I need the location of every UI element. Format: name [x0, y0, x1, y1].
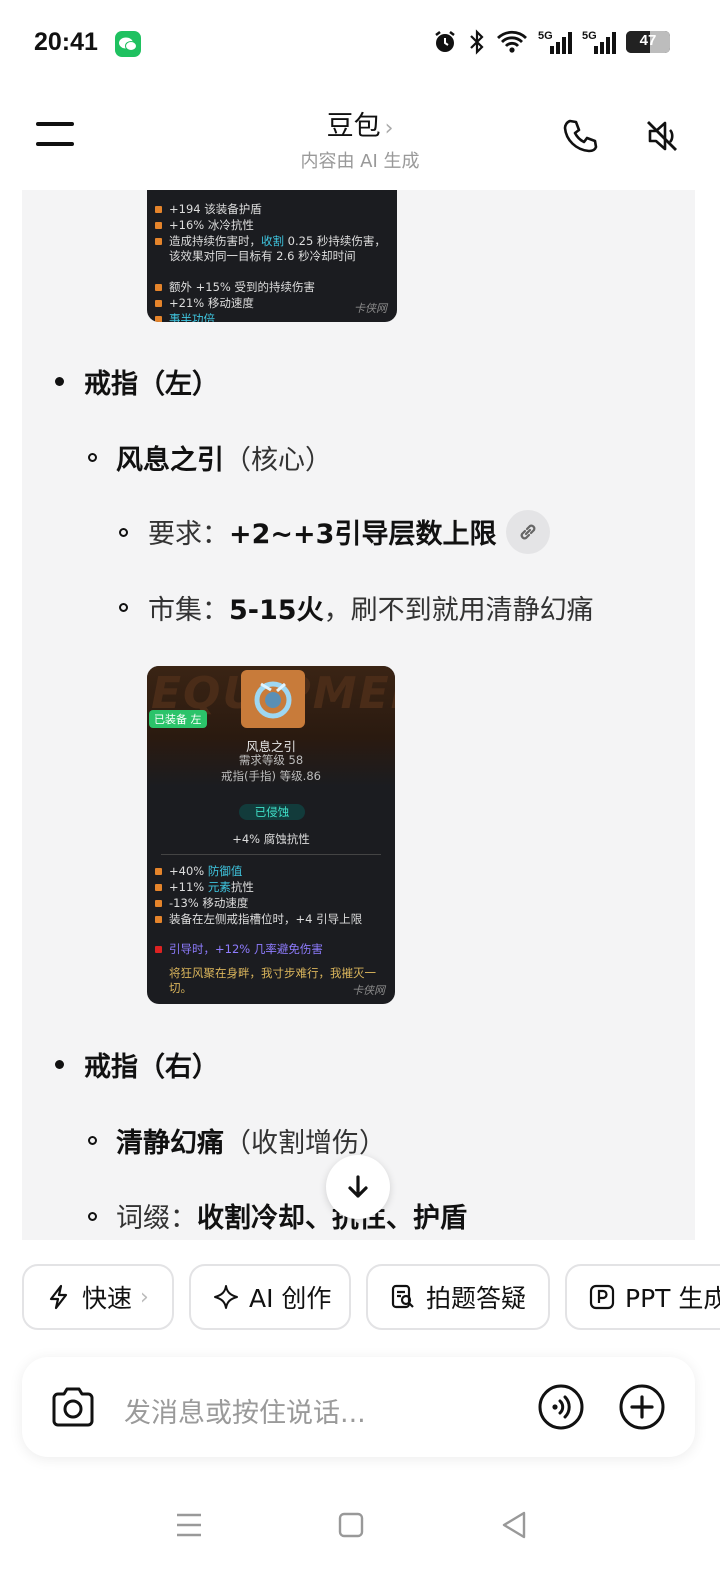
- ring-item-icon: [241, 670, 305, 728]
- bluetooth-icon: [470, 29, 484, 55]
- recent-apps-icon[interactable]: [175, 1512, 203, 1538]
- photo-question-icon: [391, 1284, 414, 1309]
- battery-icon: 47: [626, 31, 670, 53]
- list-item-requirement: 要求：+2~+3引导层数上限: [148, 509, 551, 558]
- card-mod-line: +21% 移动速度: [169, 296, 254, 310]
- list-item-market: 市集：5-15火，刷不到就用清静幻痛: [148, 595, 594, 626]
- wechat-notification-icon: [115, 31, 141, 57]
- reference-link-button[interactable]: [506, 509, 551, 554]
- card-mod-line: +194 该装备护盾: [169, 202, 262, 216]
- card-mod-line: 事半功倍: [169, 312, 215, 322]
- card-mod-line: 造成持续伤害时，: [169, 234, 261, 248]
- bullet: [55, 377, 64, 386]
- call-button[interactable]: [560, 116, 600, 156]
- message-input[interactable]: 发消息或按住说话...: [124, 1391, 366, 1430]
- ring-implicit: +4% 腐蚀抗性: [232, 832, 310, 846]
- speaker-mute-icon: [647, 121, 677, 151]
- svg-text:5G: 5G: [538, 30, 553, 42]
- chat-message-area[interactable]: +194 该装备护盾 +16% 冰冷抗性 造成持续伤害时，收割 0.25 秒持续…: [22, 190, 695, 1240]
- watermark: 卡侠网: [354, 302, 387, 315]
- status-time: 20:41: [34, 28, 98, 56]
- ppt-icon: [589, 1284, 615, 1310]
- sparkle-icon: [214, 1285, 238, 1309]
- system-navigation-bar: [0, 1490, 720, 1575]
- list-item-affix: 词缀：收割冷却、抗性、护盾: [116, 1203, 467, 1234]
- quick-actions-bar[interactable]: 快速 › AI 创作 拍题答疑 PPT 生成: [22, 1264, 720, 1334]
- link-icon: [521, 524, 536, 539]
- bullet: [88, 1212, 97, 1221]
- alarm-icon: [435, 31, 455, 52]
- lightning-icon: [49, 1284, 68, 1310]
- wifi-icon: [497, 30, 527, 53]
- svg-text:5G: 5G: [582, 30, 597, 42]
- equipment-screenshot-top[interactable]: +194 该装备护盾 +16% 冰冷抗性 造成持续伤害时，收割 0.25 秒持续…: [147, 190, 397, 322]
- bullet: [88, 1136, 97, 1145]
- card-mod-line: +16% 冰冷抗性: [169, 218, 254, 232]
- status-icons: 5G 5G 47: [432, 28, 670, 56]
- battery-level: 47: [639, 32, 657, 49]
- chip-label: AI 创作: [249, 1284, 332, 1313]
- scroll-to-bottom-button[interactable]: [326, 1155, 390, 1219]
- bullet: [55, 1060, 64, 1069]
- chip-ppt[interactable]: PPT 生成: [565, 1264, 720, 1330]
- equipment-screenshot-ring[interactable]: EQUIPMENT 已装备 左 风息之引 需求等级 58 戒指(手指) 等级.8…: [147, 666, 395, 1004]
- chip-label: 拍题答疑: [426, 1284, 527, 1313]
- chat-header: 豆包 › 内容由 AI 生成: [0, 88, 720, 190]
- phone-icon: [563, 119, 598, 153]
- home-icon[interactable]: [338, 1511, 364, 1539]
- card-mod-highlight: 收割: [261, 234, 284, 248]
- ring-level: 等级.86: [279, 769, 321, 783]
- chip-ai-create[interactable]: AI 创作: [189, 1264, 351, 1330]
- corrupted-badge: 已侵蚀: [239, 804, 305, 820]
- card-mod-line: 额外 +15% 受到的持续伤害: [169, 280, 316, 294]
- plus-icon: [619, 1384, 665, 1430]
- list-item-ring-right-name: 清静幻痛（收割增伤）: [116, 1128, 386, 1159]
- back-icon[interactable]: [500, 1510, 528, 1540]
- add-attachment-button[interactable]: [618, 1383, 666, 1435]
- list-heading-ring-left: 戒指（左）: [84, 369, 219, 400]
- ring-type: 戒指(手指): [221, 769, 277, 783]
- list-heading-ring-right: 戒指（右）: [84, 1052, 219, 1083]
- signal-5g-icon: 5G: [538, 30, 572, 54]
- arrow-down-icon: [348, 1175, 368, 1198]
- chip-label: PPT 生成: [625, 1284, 720, 1313]
- camera-icon: [52, 1387, 94, 1427]
- bullet: [88, 453, 97, 462]
- bullet: [119, 528, 128, 537]
- voice-wave-icon: [538, 1384, 584, 1430]
- chip-photo-question[interactable]: 拍题答疑: [366, 1264, 550, 1330]
- chat-title-area[interactable]: 豆包 › 内容由 AI 生成: [0, 104, 720, 173]
- chip-label: 快速: [82, 1284, 133, 1313]
- watermark: 卡侠网: [352, 984, 385, 997]
- status-bar: 20:41 5G 5G 47: [0, 0, 720, 88]
- bot-name: 豆包: [326, 111, 381, 142]
- equipped-badge: 已装备 左: [149, 710, 207, 728]
- ai-generated-note: 内容由 AI 生成: [300, 151, 420, 172]
- bullet: [119, 603, 128, 612]
- message-input-bar: 发消息或按住说话...: [22, 1357, 695, 1457]
- chevron-right-icon: ›: [140, 1284, 149, 1310]
- mute-button[interactable]: [642, 116, 682, 156]
- signal-5g-icon-2: 5G: [582, 30, 616, 54]
- title-chevron-icon: ›: [384, 116, 394, 141]
- ring-req-level: 需求等级 58: [238, 753, 304, 767]
- chip-fast-mode[interactable]: 快速 ›: [22, 1264, 174, 1330]
- camera-button[interactable]: [50, 1385, 96, 1433]
- list-item-ring-left-name: 风息之引（核心）: [116, 445, 332, 476]
- voice-call-button[interactable]: [537, 1383, 585, 1435]
